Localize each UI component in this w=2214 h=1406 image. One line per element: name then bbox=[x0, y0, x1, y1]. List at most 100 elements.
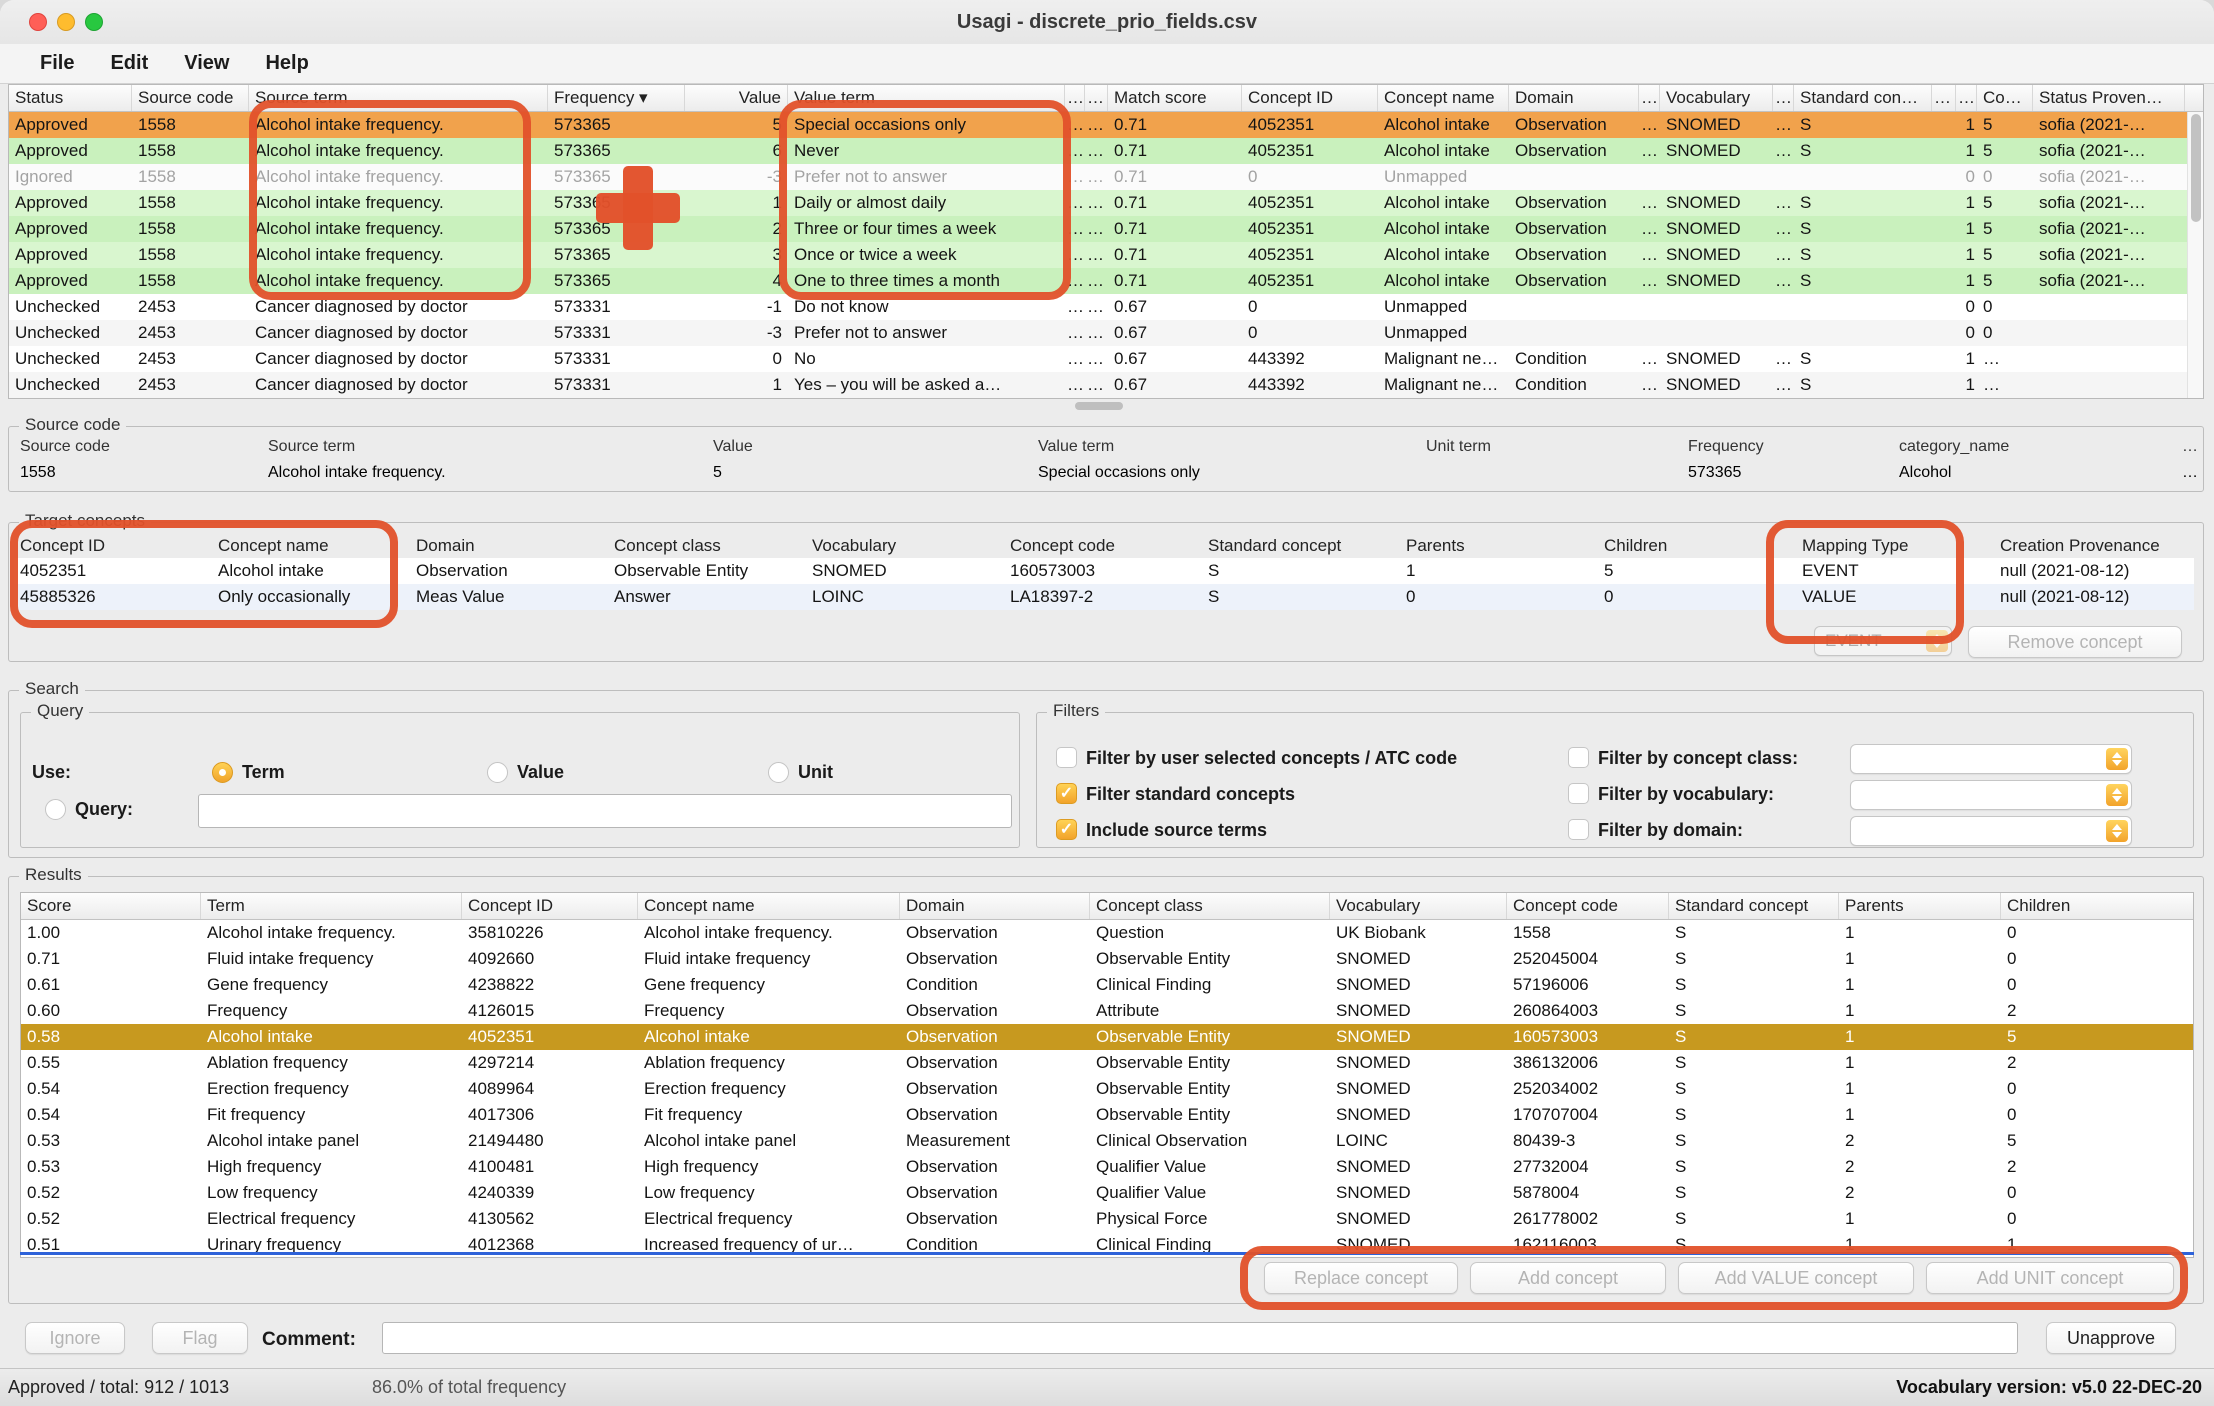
column-header[interactable]: Domain bbox=[900, 893, 1090, 919]
unapprove-button[interactable]: Unapprove bbox=[2046, 1322, 2176, 1354]
remove-concept-button[interactable]: Remove concept bbox=[1968, 626, 2182, 658]
column-header[interactable]: Standard concept bbox=[1669, 893, 1839, 919]
column-header[interactable]: Domain bbox=[1509, 85, 1639, 111]
column-header[interactable]: … bbox=[1639, 85, 1660, 111]
column-header[interactable]: Vocabulary bbox=[806, 534, 1004, 558]
menu-edit[interactable]: Edit bbox=[92, 52, 166, 75]
result-row[interactable]: 0.52Low frequency4240339Low frequencyObs… bbox=[21, 1180, 2193, 1206]
column-header[interactable]: Concept class bbox=[608, 534, 806, 558]
menu-view[interactable]: View bbox=[166, 52, 247, 75]
title-bar[interactable]: Usagi - discrete_prio_fields.csv bbox=[0, 0, 2214, 44]
result-row[interactable]: 0.53Alcohol intake panel21494480Alcohol … bbox=[21, 1128, 2193, 1154]
menu-help[interactable]: Help bbox=[247, 52, 326, 75]
overview-table-row[interactable]: Unchecked2453Cancer diagnosed by doctor5… bbox=[9, 372, 2203, 398]
result-row[interactable]: 0.54Erection frequency4089964Erection fr… bbox=[21, 1076, 2193, 1102]
column-header[interactable]: Children bbox=[1598, 534, 1796, 558]
column-header[interactable]: Vocabulary bbox=[1330, 893, 1507, 919]
column-header[interactable]: Standard concept bbox=[1202, 534, 1400, 558]
column-header[interactable]: Concept name bbox=[1378, 85, 1509, 111]
radio-query[interactable] bbox=[45, 799, 66, 820]
column-header[interactable]: … bbox=[1065, 85, 1085, 111]
column-header[interactable]: Concept code bbox=[1004, 534, 1202, 558]
column-header[interactable]: Source code bbox=[132, 85, 249, 111]
column-header[interactable]: Score bbox=[21, 893, 201, 919]
domain-dropdown[interactable] bbox=[1850, 816, 2132, 846]
overview-table-row[interactable]: Approved1558Alcohol intake frequency.573… bbox=[9, 190, 2203, 216]
overview-table-row[interactable]: Approved1558Alcohol intake frequency.573… bbox=[9, 268, 2203, 294]
checkbox-filter-vocabulary[interactable] bbox=[1568, 783, 1589, 804]
column-header[interactable]: Source term bbox=[249, 85, 548, 111]
overview-table-row[interactable]: Unchecked2453Cancer diagnosed by doctor5… bbox=[9, 346, 2203, 372]
menu-file[interactable]: File bbox=[22, 52, 92, 75]
radio-unit[interactable] bbox=[768, 762, 789, 783]
column-header[interactable]: Concept name bbox=[212, 534, 410, 558]
vertical-scrollbar[interactable] bbox=[2187, 112, 2203, 398]
result-row[interactable]: 1.00Alcohol intake frequency.35810226Alc… bbox=[21, 920, 2193, 946]
column-header[interactable]: … bbox=[1932, 85, 1956, 111]
overview-table-row[interactable]: Approved1558Alcohol intake frequency.573… bbox=[9, 112, 2203, 138]
target-concept-row[interactable]: 4052351Alcohol intakeObservationObservab… bbox=[14, 558, 2194, 584]
result-row[interactable]: 0.61Gene frequency4238822Gene frequencyC… bbox=[21, 972, 2193, 998]
result-row[interactable]: 0.53High frequency4100481High frequencyO… bbox=[21, 1154, 2193, 1180]
column-header[interactable]: Status bbox=[9, 85, 132, 111]
replace-concept-button[interactable]: Replace concept bbox=[1264, 1262, 1458, 1294]
radio-term[interactable] bbox=[212, 762, 233, 783]
comment-input[interactable] bbox=[382, 1322, 2018, 1354]
column-header[interactable]: … bbox=[1085, 85, 1108, 111]
query-input[interactable] bbox=[198, 794, 1012, 828]
column-header[interactable]: Concept ID bbox=[14, 534, 212, 558]
target-concept-row[interactable]: 45885326Only occasionallyMeas ValueAnswe… bbox=[14, 584, 2194, 610]
result-row[interactable]: 0.60Frequency4126015FrequencyObservation… bbox=[21, 998, 2193, 1024]
column-header[interactable]: … bbox=[1956, 85, 1977, 111]
column-header[interactable]: Term bbox=[201, 893, 462, 919]
scrollbar-thumb[interactable] bbox=[2191, 114, 2201, 222]
checkbox-filter-standard-concepts[interactable] bbox=[1056, 783, 1077, 804]
result-row[interactable]: 0.54Fit frequency4017306Fit frequencyObs… bbox=[21, 1102, 2193, 1128]
column-header[interactable]: Concept class bbox=[1090, 893, 1330, 919]
result-row[interactable]: 0.52Electrical frequency4130562Electrica… bbox=[21, 1206, 2193, 1232]
column-header[interactable]: Co… bbox=[1977, 85, 2033, 111]
column-header[interactable]: Parents bbox=[1839, 893, 2001, 919]
result-row[interactable]: 0.71Fluid intake frequency4092660Fluid i… bbox=[21, 946, 2193, 972]
radio-value[interactable] bbox=[487, 762, 508, 783]
overview-table-row[interactable]: Ignored1558Alcohol intake frequency.5733… bbox=[9, 164, 2203, 190]
result-row[interactable]: 0.58Alcohol intake4052351Alcohol intakeO… bbox=[21, 1024, 2193, 1050]
column-header[interactable]: Concept ID bbox=[1242, 85, 1378, 111]
column-header[interactable]: Vocabulary bbox=[1660, 85, 1773, 111]
overview-table-row[interactable]: Unchecked2453Cancer diagnosed by doctor5… bbox=[9, 320, 2203, 346]
horizontal-scrollbar-thumb[interactable] bbox=[1075, 402, 1123, 410]
column-header[interactable]: Value term bbox=[788, 85, 1065, 111]
checkbox-include-source-terms[interactable] bbox=[1056, 819, 1077, 840]
column-header[interactable]: Creation Provenance bbox=[1994, 534, 2194, 558]
column-header[interactable]: Domain bbox=[410, 534, 608, 558]
add-concept-button[interactable]: Add concept bbox=[1470, 1262, 1666, 1294]
ignore-button[interactable]: Ignore bbox=[25, 1322, 125, 1354]
overview-table-row[interactable]: Approved1558Alcohol intake frequency.573… bbox=[9, 216, 2203, 242]
column-header[interactable]: Parents bbox=[1400, 534, 1598, 558]
column-header[interactable]: … bbox=[1773, 85, 1794, 111]
mapping-type-dropdown[interactable]: EVENT bbox=[1814, 626, 1952, 656]
add-value-concept-button[interactable]: Add VALUE concept bbox=[1678, 1262, 1914, 1294]
checkbox-filter-user-selected[interactable] bbox=[1056, 747, 1077, 768]
checkbox-filter-concept-class[interactable] bbox=[1568, 747, 1589, 768]
overview-table-row[interactable]: Approved1558Alcohol intake frequency.573… bbox=[9, 138, 2203, 164]
cell: 0.71 bbox=[1108, 268, 1242, 294]
checkbox-filter-domain[interactable] bbox=[1568, 819, 1589, 840]
column-header[interactable]: Mapping Type bbox=[1796, 534, 1994, 558]
overview-table-row[interactable]: Unchecked2453Cancer diagnosed by doctor5… bbox=[9, 294, 2203, 320]
column-header[interactable]: Concept code bbox=[1507, 893, 1669, 919]
column-header[interactable]: Children bbox=[2001, 893, 2194, 919]
add-unit-concept-button[interactable]: Add UNIT concept bbox=[1926, 1262, 2174, 1294]
column-header[interactable]: Concept ID bbox=[462, 893, 638, 919]
flag-button[interactable]: Flag bbox=[152, 1322, 248, 1354]
column-header[interactable]: Status Proven… bbox=[2033, 85, 2185, 111]
vocabulary-dropdown[interactable] bbox=[1850, 780, 2132, 810]
column-header[interactable]: Concept name bbox=[638, 893, 900, 919]
column-header[interactable]: Frequency ▾ bbox=[548, 85, 685, 111]
column-header[interactable]: Standard con… bbox=[1794, 85, 1932, 111]
result-row[interactable]: 0.55Ablation frequency4297214Ablation fr… bbox=[21, 1050, 2193, 1076]
concept-class-dropdown[interactable] bbox=[1850, 744, 2132, 774]
column-header[interactable]: Match score bbox=[1108, 85, 1242, 111]
column-header[interactable]: Value bbox=[685, 85, 788, 111]
overview-table-row[interactable]: Approved1558Alcohol intake frequency.573… bbox=[9, 242, 2203, 268]
